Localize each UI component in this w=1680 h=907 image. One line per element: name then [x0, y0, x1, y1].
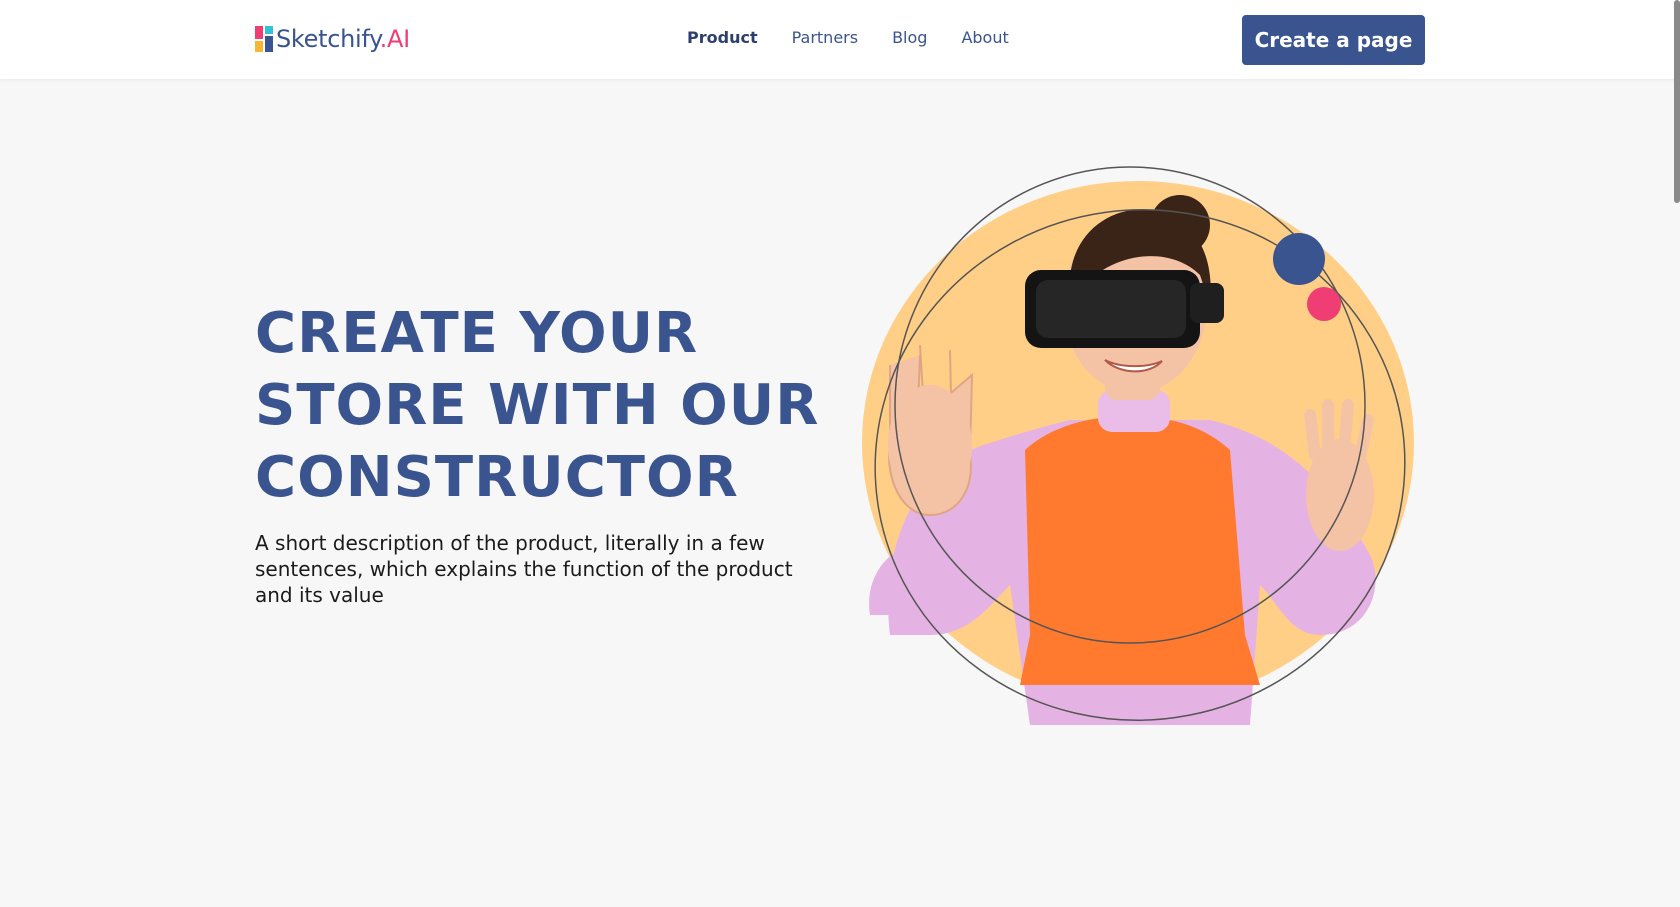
nav-link-blog[interactable]: Blog	[892, 28, 927, 47]
hero-description: A short description of the product, lite…	[255, 531, 793, 607]
logo-text-ai: .AI	[379, 25, 411, 53]
nav-link-partners[interactable]: Partners	[792, 28, 858, 47]
hero-title: CREATE YOUR STORE WITH OUR CONSTRUCTOR	[255, 301, 820, 510]
nav-link-about[interactable]: About	[961, 28, 1008, 47]
blue-dot	[1273, 233, 1325, 285]
scrollbar-thumb[interactable]	[1674, 0, 1680, 203]
hero-illustration	[862, 166, 1414, 725]
logo-text: Sketchify.AI	[276, 25, 410, 53]
pink-dot	[1307, 287, 1341, 321]
logo-icon	[255, 26, 273, 52]
main-nav: Product Partners Blog About	[687, 28, 1043, 47]
logo-text-main: Sketchify	[276, 25, 380, 53]
create-page-button[interactable]: Create a page	[1242, 15, 1425, 65]
logo[interactable]: Sketchify.AI	[255, 22, 410, 56]
top-navbar: Sketchify.AI Product Partners Blog About…	[0, 0, 1680, 79]
nav-link-product[interactable]: Product	[687, 28, 758, 47]
